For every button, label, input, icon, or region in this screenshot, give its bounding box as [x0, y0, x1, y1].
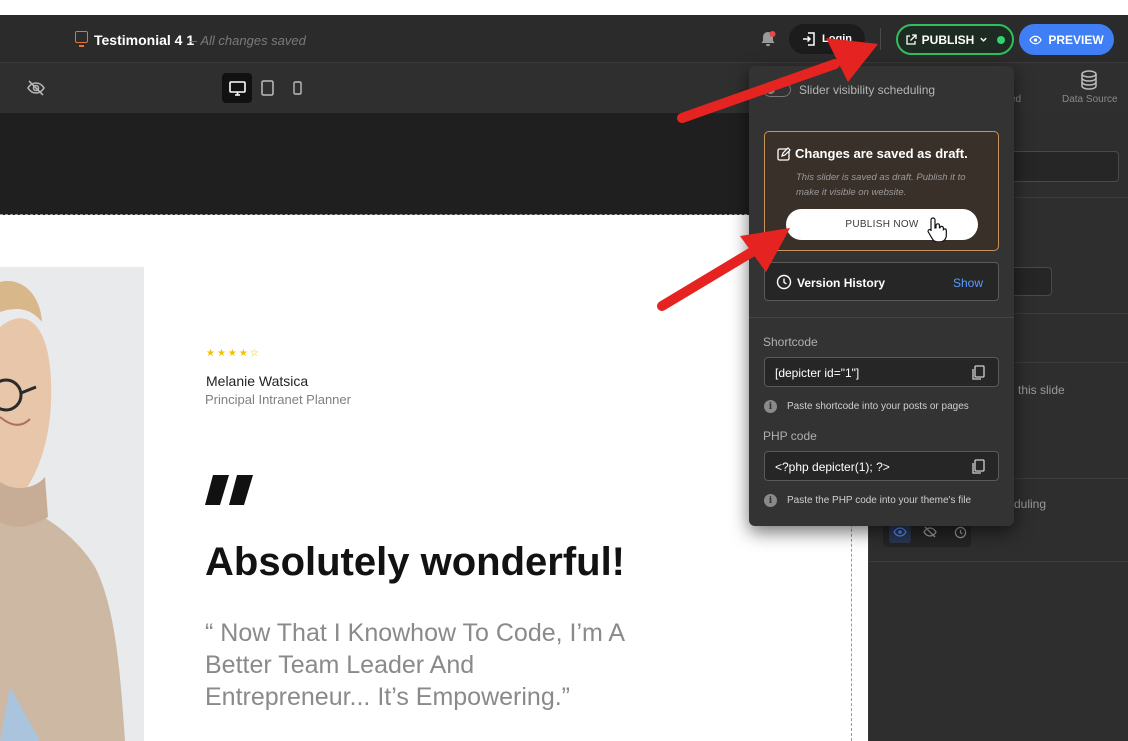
shortcode-hint: i Paste shortcode into your posts or pag…	[764, 400, 969, 413]
preview-button[interactable]: PREVIEW	[1019, 24, 1114, 55]
sidebar-input[interactable]	[1010, 151, 1119, 182]
canvas-top-area	[0, 113, 852, 215]
desktop-view-button[interactable]	[222, 73, 252, 103]
external-link-icon	[906, 33, 917, 45]
history-clock-icon	[776, 274, 792, 290]
sidebar-scheduling-label: duling	[1014, 497, 1047, 511]
copy-icon[interactable]	[971, 459, 985, 475]
mobile-view-button[interactable]	[286, 73, 308, 103]
shortcode-hint-text: Paste shortcode into your posts or pages	[787, 401, 969, 412]
php-hint-text: Paste the PHP code into your theme's fil…	[787, 495, 972, 506]
publish-dropdown: Slider visibility scheduling Changes are…	[749, 66, 1014, 526]
rating-stars: ★★★★☆	[206, 348, 261, 359]
chevron-down-icon	[980, 37, 988, 42]
publish-button[interactable]: PUBLISH	[896, 24, 1014, 55]
scheduling-label: Slider visibility scheduling	[799, 82, 936, 97]
php-code-value[interactable]: <?php depicter(1); ?>	[775, 460, 890, 474]
document-title[interactable]: Testimonial 4 1	[94, 32, 194, 48]
monitor-icon	[75, 31, 88, 47]
publish-label: PUBLISH	[921, 32, 975, 47]
publish-now-button[interactable]: PUBLISH NOW	[786, 209, 978, 240]
login-button[interactable]: Login	[789, 24, 865, 54]
quote-mark-icon[interactable]	[205, 475, 255, 511]
php-hint: i Paste the PHP code into your theme's f…	[764, 494, 971, 507]
person-name[interactable]: Melanie Watsica	[206, 373, 308, 389]
php-code-field[interactable]: <?php depicter(1); ?>	[764, 451, 999, 481]
popup-divider	[749, 317, 1014, 318]
sidebar-divider	[868, 561, 1128, 562]
login-label: Login	[822, 33, 852, 45]
shortcode-label: Shortcode	[763, 335, 818, 349]
app-root: Testimonial 4 1 – All changes saved Logi…	[0, 0, 1128, 741]
tablet-icon	[260, 80, 274, 96]
notification-bell-icon[interactable]	[758, 29, 778, 49]
copy-icon[interactable]	[971, 365, 985, 381]
version-show-link[interactable]: Show	[953, 276, 983, 290]
tab-data-source[interactable]: Data Source	[1062, 94, 1118, 105]
info-icon: i	[764, 494, 777, 507]
shortcode-field[interactable]: [depicter id="1"]	[764, 357, 999, 387]
testimonial-photo[interactable]	[0, 267, 144, 741]
status-dot	[997, 35, 1006, 44]
draft-notice: Changes are saved as draft. This slider …	[764, 131, 999, 251]
desktop-icon	[228, 80, 246, 96]
shortcode-value[interactable]: [depicter id="1"]	[775, 366, 859, 380]
headline[interactable]: Absolutely wonderful!	[205, 540, 625, 585]
visibility-scheduling-row[interactable]: Slider visibility scheduling	[763, 82, 935, 97]
database-icon[interactable]	[1078, 69, 1102, 93]
save-status: – All changes saved	[190, 33, 306, 48]
mobile-icon	[292, 81, 302, 95]
edit-note-icon	[777, 147, 791, 161]
slide-canvas[interactable]: ★★★★☆ Melanie Watsica Principal Intranet…	[0, 215, 852, 741]
eye-icon	[1029, 35, 1043, 44]
tablet-view-button[interactable]	[256, 73, 278, 103]
top-header: Testimonial 4 1 – All changes saved Logi…	[0, 15, 1128, 63]
version-history-label: Version History	[797, 276, 886, 290]
eye-off-icon[interactable]	[26, 78, 46, 98]
draft-description: This slider is saved as draft. Publish i…	[796, 172, 966, 198]
person-role[interactable]: Principal Intranet Planner	[205, 392, 351, 407]
header-divider	[880, 28, 881, 50]
php-code-label: PHP code	[763, 429, 817, 443]
sidebar-slide-label: this slide	[1018, 383, 1065, 397]
browser-strip	[0, 0, 1128, 15]
login-icon	[803, 32, 815, 46]
info-icon: i	[764, 400, 777, 413]
hand-cursor-icon	[926, 216, 948, 243]
sidebar-input-small[interactable]	[1010, 267, 1052, 296]
version-history-row[interactable]: Version History Show	[764, 262, 999, 301]
testimonial-quote[interactable]: “ Now That I Knowhow To Code, I’m A Bett…	[205, 617, 625, 713]
draft-title: Changes are saved as draft.	[795, 146, 968, 161]
scheduling-toggle[interactable]	[763, 82, 791, 97]
preview-label: PREVIEW	[1048, 32, 1104, 47]
